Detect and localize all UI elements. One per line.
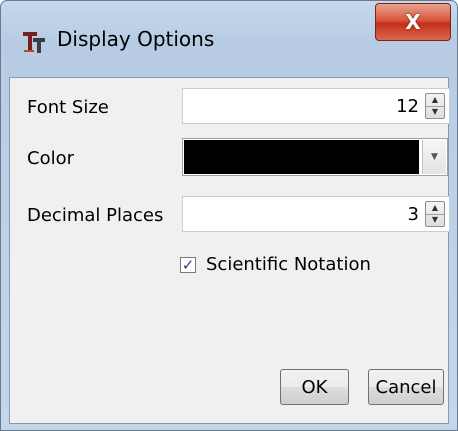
ok-button[interactable]: OK (280, 369, 349, 405)
window-title: Display Options (57, 27, 215, 51)
font-size-input[interactable]: 12 ▲ ▼ (182, 88, 450, 124)
scientific-notation-checkbox[interactable]: ✓ (180, 257, 196, 273)
color-picker[interactable]: ▼ (182, 138, 448, 176)
close-button[interactable]: X (375, 3, 451, 41)
dialog-window: Display Options X Font Size 12 ▲ ▼ Color… (0, 0, 458, 431)
decimal-places-input[interactable]: 3 ▲ ▼ (182, 196, 450, 232)
decimal-places-spinner[interactable]: ▲ ▼ (425, 201, 445, 227)
dialog-content: Font Size 12 ▲ ▼ Color ▼ Decimal Places … (9, 77, 450, 424)
spin-down-icon[interactable]: ▼ (426, 106, 444, 118)
scientific-notation-label[interactable]: Scientific Notation (206, 254, 371, 275)
font-size-value: 12 (396, 96, 419, 117)
chevron-down-icon[interactable]: ▼ (422, 140, 446, 174)
color-swatch (184, 140, 419, 174)
close-icon: X (405, 10, 421, 34)
spin-down-icon[interactable]: ▼ (426, 214, 444, 226)
app-logo-icon (23, 32, 45, 53)
font-size-label: Font Size (27, 97, 109, 118)
color-label: Color (27, 148, 74, 169)
decimal-places-value: 3 (407, 204, 419, 225)
checkmark-icon: ✓ (181, 255, 195, 274)
decimal-places-label: Decimal Places (27, 205, 164, 226)
title-bar[interactable]: Display Options X (1, 1, 457, 77)
cancel-button[interactable]: Cancel (368, 369, 444, 405)
font-size-spinner[interactable]: ▲ ▼ (425, 93, 445, 119)
